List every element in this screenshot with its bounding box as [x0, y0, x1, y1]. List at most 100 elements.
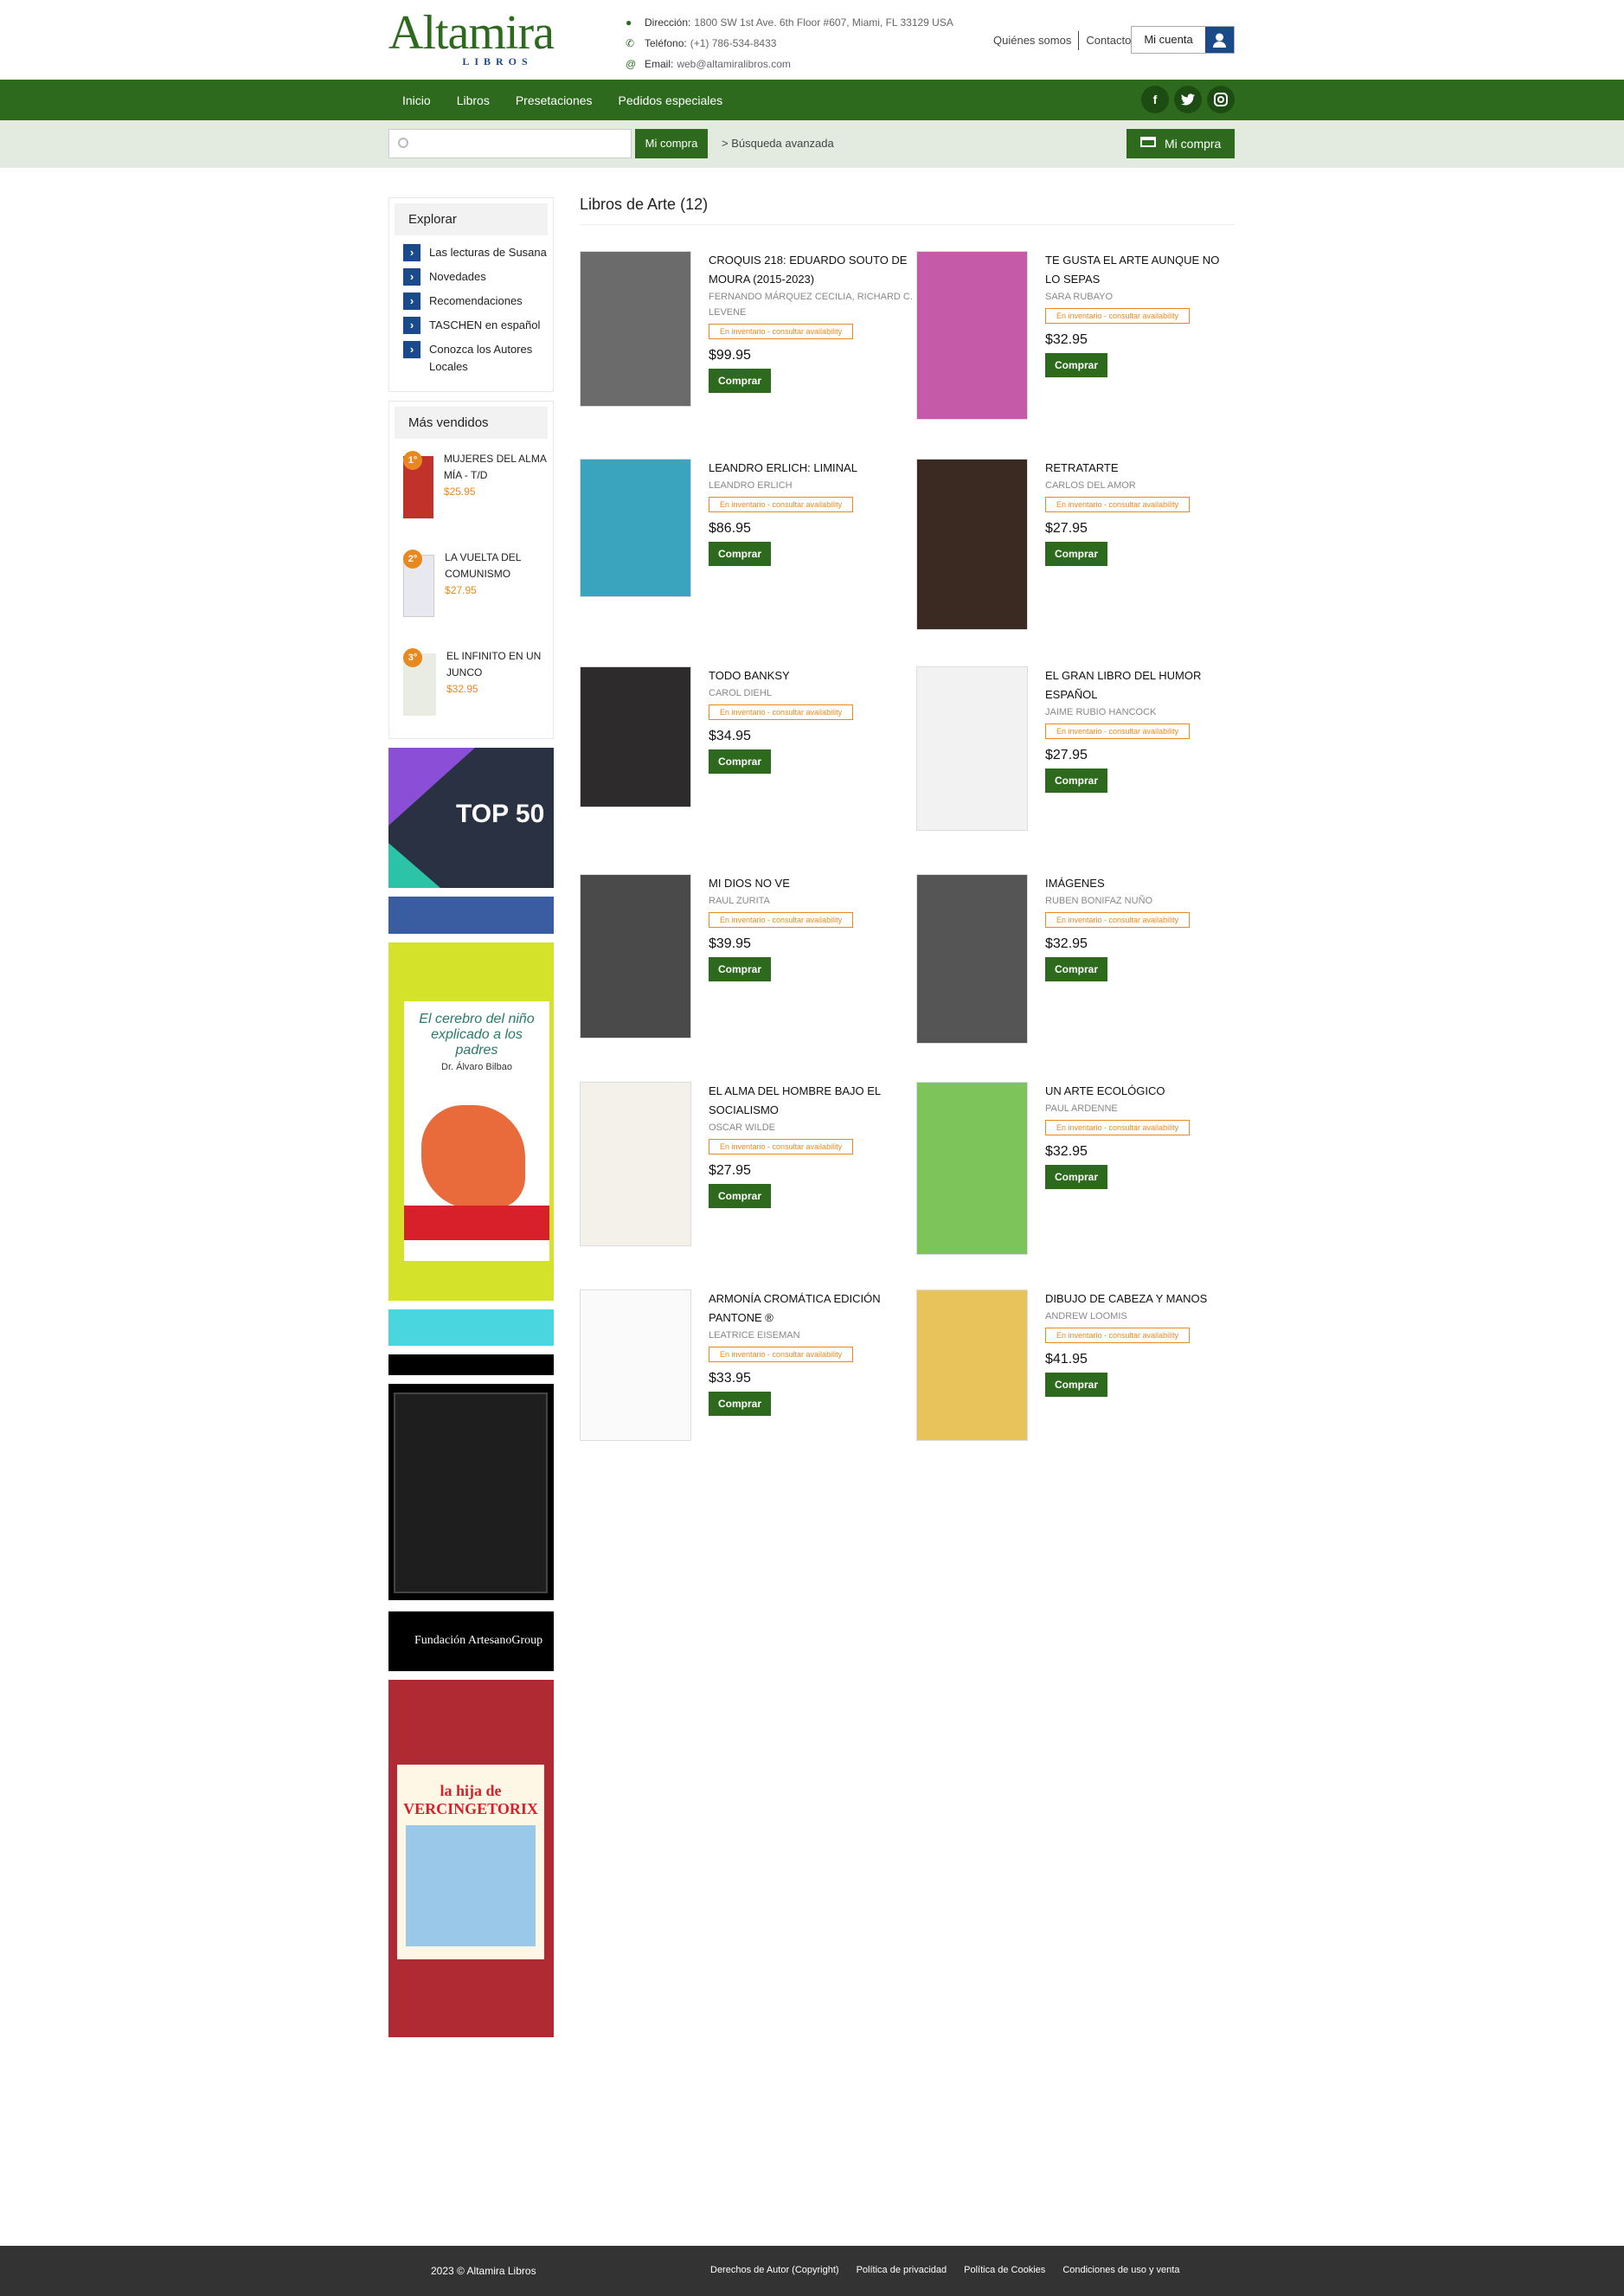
- product-title[interactable]: LEANDRO ERLICH: LIMINAL: [709, 459, 857, 478]
- buy-button[interactable]: Comprar: [709, 369, 772, 393]
- product-author[interactable]: SARA RUBAYO: [1045, 289, 1235, 305]
- product-title[interactable]: TE GUSTA EL ARTE AUNQUE NO LO SEPAS: [1045, 251, 1235, 289]
- email-link[interactable]: web@altamiralibros.com: [677, 57, 791, 71]
- product-author[interactable]: LEANDRO ERLICH: [709, 478, 857, 493]
- book-cover[interactable]: [916, 251, 1028, 420]
- explore-item[interactable]: › Las lecturas de Susana: [403, 244, 548, 261]
- product-title[interactable]: DIBUJO DE CABEZA Y MANOS: [1045, 1289, 1207, 1309]
- footer-link-copyright[interactable]: Derechos de Autor (Copyright): [710, 2265, 839, 2275]
- nav-libros[interactable]: Libros: [457, 93, 490, 107]
- twitter-icon[interactable]: [1174, 86, 1202, 113]
- nav-presentaciones[interactable]: Presetaciones: [516, 93, 593, 107]
- contact-link[interactable]: Contacto: [1079, 31, 1138, 50]
- product-title[interactable]: EL ALMA DEL HOMBRE BAJO EL SOCIALISMO: [709, 1082, 916, 1120]
- product-author[interactable]: CAROL DIEHL: [709, 685, 853, 701]
- product-author[interactable]: PAUL ARDENNE: [1045, 1101, 1190, 1116]
- page-title: Libros de Arte (12): [580, 192, 1235, 225]
- product-author[interactable]: FERNANDO MÁRQUEZ CECILIA, RICHARD C. LEV…: [709, 289, 916, 320]
- product-title[interactable]: CROQUIS 218: EDUARDO SOUTO DE MOURA (201…: [709, 251, 916, 289]
- buy-button[interactable]: Comprar: [1045, 542, 1108, 566]
- site-footer: 2023 © Altamira Libros Derechos de Autor…: [0, 2246, 1624, 2296]
- footer-link-terms[interactable]: Condiciones de uso y venta: [1062, 2265, 1179, 2275]
- product-title[interactable]: ARMONÍA CROMÁTICA EDICIÓN PANTONE ®: [709, 1289, 916, 1328]
- dark-book-banner[interactable]: [388, 1384, 554, 1600]
- book-cover[interactable]: [916, 1289, 1028, 1441]
- product-author[interactable]: JAIME RUBIO HANCOCK: [1045, 704, 1235, 720]
- explore-item[interactable]: › Novedades: [403, 268, 548, 286]
- product-author[interactable]: OSCAR WILDE: [709, 1120, 916, 1135]
- product-title[interactable]: RETRATARTE: [1045, 459, 1190, 478]
- bestseller-item[interactable]: 1° MUJERES DEL ALMA MÍA - T/D $25.95: [403, 451, 548, 537]
- product-price: $32.95: [1045, 936, 1088, 951]
- nav-pedidos[interactable]: Pedidos especiales: [619, 93, 723, 107]
- black-strip-banner[interactable]: [388, 1354, 554, 1375]
- product-author[interactable]: RUBEN BONIFAZ NUÑO: [1045, 893, 1190, 909]
- banner-book-title: El cerebro del niño explicado a los padr…: [419, 1012, 535, 1058]
- explore-item[interactable]: › TASCHEN en español: [403, 317, 548, 334]
- book-cover[interactable]: [580, 1082, 691, 1246]
- explore-item[interactable]: › Recomendaciones: [403, 293, 548, 310]
- book-banner-cerebro[interactable]: El cerebro del niño explicado a los padr…: [388, 942, 554, 1301]
- book-cover[interactable]: [580, 1289, 691, 1441]
- stock-badge: En inventario - consultar availability: [1045, 308, 1191, 324]
- user-icon: [1205, 27, 1234, 53]
- book-cover[interactable]: [916, 666, 1028, 831]
- buy-button[interactable]: Comprar: [1045, 353, 1108, 377]
- buy-button[interactable]: Comprar: [1045, 1165, 1108, 1189]
- rank-badge: 3°: [403, 648, 422, 667]
- product-author[interactable]: CARLOS DEL AMOR: [1045, 478, 1190, 493]
- about-link[interactable]: Quiénes somos: [986, 31, 1078, 50]
- product-author[interactable]: RAUL ZURITA: [709, 893, 853, 909]
- product-title[interactable]: UN ARTE ECOLÓGICO: [1045, 1082, 1190, 1101]
- bestseller-price: $25.95: [443, 486, 476, 498]
- blue-banner[interactable]: [388, 897, 554, 934]
- sidebar: Explorar › Las lecturas de Susana › Noveda…: [388, 197, 554, 2046]
- explore-item[interactable]: › Conozca los Autores Locales: [403, 341, 548, 376]
- account-button[interactable]: Mi cuenta: [1131, 26, 1235, 54]
- book-cover[interactable]: [916, 459, 1028, 630]
- buy-button[interactable]: Comprar: [709, 749, 772, 774]
- buy-button[interactable]: Comprar: [1045, 957, 1108, 981]
- search-bar: Mi compra > Búsqueda avanzada Mi compra: [0, 120, 1624, 168]
- product-card: EL ALMA DEL HOMBRE BAJO EL SOCIALISMO OSC…: [580, 1082, 916, 1289]
- product-title[interactable]: TODO BANKSY: [709, 666, 853, 685]
- product-author[interactable]: ANDREW LOOMIS: [1045, 1309, 1207, 1324]
- instagram-icon[interactable]: [1207, 86, 1235, 113]
- advanced-search-link[interactable]: > Búsqueda avanzada: [722, 129, 834, 158]
- fundacion-banner[interactable]: Fundación ArtesanoGroup: [388, 1609, 554, 1671]
- product-author[interactable]: LEATRICE EISEMAN: [709, 1328, 916, 1343]
- product-title[interactable]: IMÁGENES: [1045, 874, 1190, 893]
- book-cover[interactable]: [580, 251, 691, 407]
- top50-banner[interactable]: TOP 50: [388, 748, 554, 888]
- product-title[interactable]: EL GRAN LIBRO DEL HUMOR ESPAÑOL: [1045, 666, 1235, 704]
- book-cover[interactable]: [916, 1082, 1028, 1255]
- cart-icon: [1140, 137, 1156, 147]
- product-price: $27.95: [709, 1163, 751, 1178]
- book-cover[interactable]: [580, 666, 691, 807]
- buy-button[interactable]: Comprar: [709, 542, 772, 566]
- copyright: 2023 © Altamira Libros: [431, 2265, 536, 2277]
- stock-badge: En inventario - consultar availability: [1045, 724, 1191, 739]
- product-title[interactable]: MI DIOS NO VE: [709, 874, 853, 893]
- asterix-banner[interactable]: la hija de VERCINGETORIX: [388, 1680, 554, 2037]
- buy-button[interactable]: Comprar: [1045, 1373, 1108, 1397]
- book-cover[interactable]: [580, 459, 691, 597]
- buy-button[interactable]: Comprar: [1045, 769, 1108, 793]
- buy-button[interactable]: Comprar: [709, 957, 772, 981]
- footer-link-privacy[interactable]: Política de privacidad: [857, 2265, 947, 2275]
- search-button[interactable]: Mi compra: [635, 129, 708, 158]
- facebook-icon[interactable]: f: [1141, 86, 1169, 113]
- buy-button[interactable]: Comprar: [709, 1184, 772, 1208]
- footer-link-cookies[interactable]: Política de Cookies: [964, 2265, 1045, 2275]
- cart-button[interactable]: Mi compra: [1127, 129, 1235, 158]
- buy-button[interactable]: Comprar: [709, 1392, 772, 1416]
- site-logo[interactable]: Altamira LIBROS: [388, 9, 607, 68]
- top50-text: TOP 50: [456, 800, 545, 828]
- cyan-banner[interactable]: [388, 1309, 554, 1346]
- bestseller-item[interactable]: 2° LA VUELTA DEL COMUNISMO $27.95: [403, 550, 548, 636]
- nav-inicio[interactable]: Inicio: [402, 93, 431, 107]
- bestseller-item[interactable]: 3° EL INFINITO EN UN JUNCO $32.95: [403, 648, 548, 735]
- search-input[interactable]: [388, 129, 632, 158]
- book-cover[interactable]: [916, 874, 1028, 1044]
- book-cover[interactable]: [580, 874, 691, 1039]
